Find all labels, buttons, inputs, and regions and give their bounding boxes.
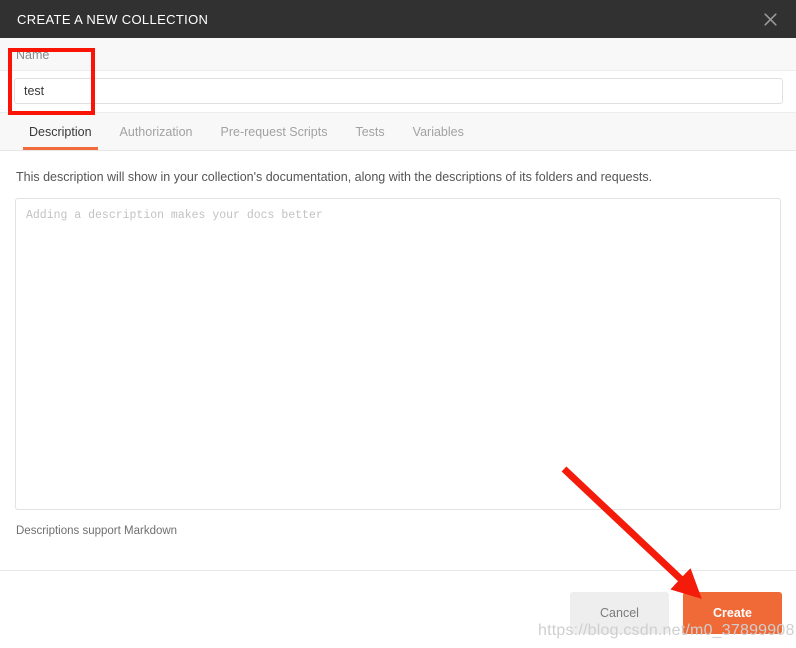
create-collection-modal: CREATE A NEW COLLECTION Name Description…	[0, 0, 796, 648]
markdown-support-note: Descriptions support Markdown	[16, 525, 178, 537]
tab-variables[interactable]: Variables	[399, 113, 478, 150]
tab-label: Tests	[355, 124, 385, 139]
watermark: https://blog.csdn.net/m0_37899908	[538, 622, 795, 639]
tab-description[interactable]: Description	[15, 113, 106, 150]
tab-authorization[interactable]: Authorization	[106, 113, 207, 150]
tab-bar: Description Authorization Pre-request Sc…	[0, 113, 796, 151]
name-label-section: Name	[0, 38, 796, 71]
name-label: Name	[16, 48, 50, 62]
page-title: CREATE A NEW COLLECTION	[17, 11, 209, 27]
tab-tests[interactable]: Tests	[341, 113, 398, 150]
tab-pre-request-scripts[interactable]: Pre-request Scripts	[207, 113, 342, 150]
tab-label: Authorization	[119, 124, 193, 139]
modal-header: CREATE A NEW COLLECTION	[0, 0, 796, 38]
description-panel: This description will show in your colle…	[0, 151, 796, 570]
close-icon[interactable]	[758, 7, 782, 31]
tab-label: Description	[29, 124, 92, 139]
name-input-row	[0, 71, 796, 113]
tab-label: Pre-request Scripts	[220, 124, 328, 139]
description-help-text: This description will show in your colle…	[16, 170, 653, 184]
collection-name-input[interactable]	[14, 78, 783, 104]
tab-label: Variables	[412, 124, 464, 139]
description-textarea[interactable]	[15, 198, 781, 510]
